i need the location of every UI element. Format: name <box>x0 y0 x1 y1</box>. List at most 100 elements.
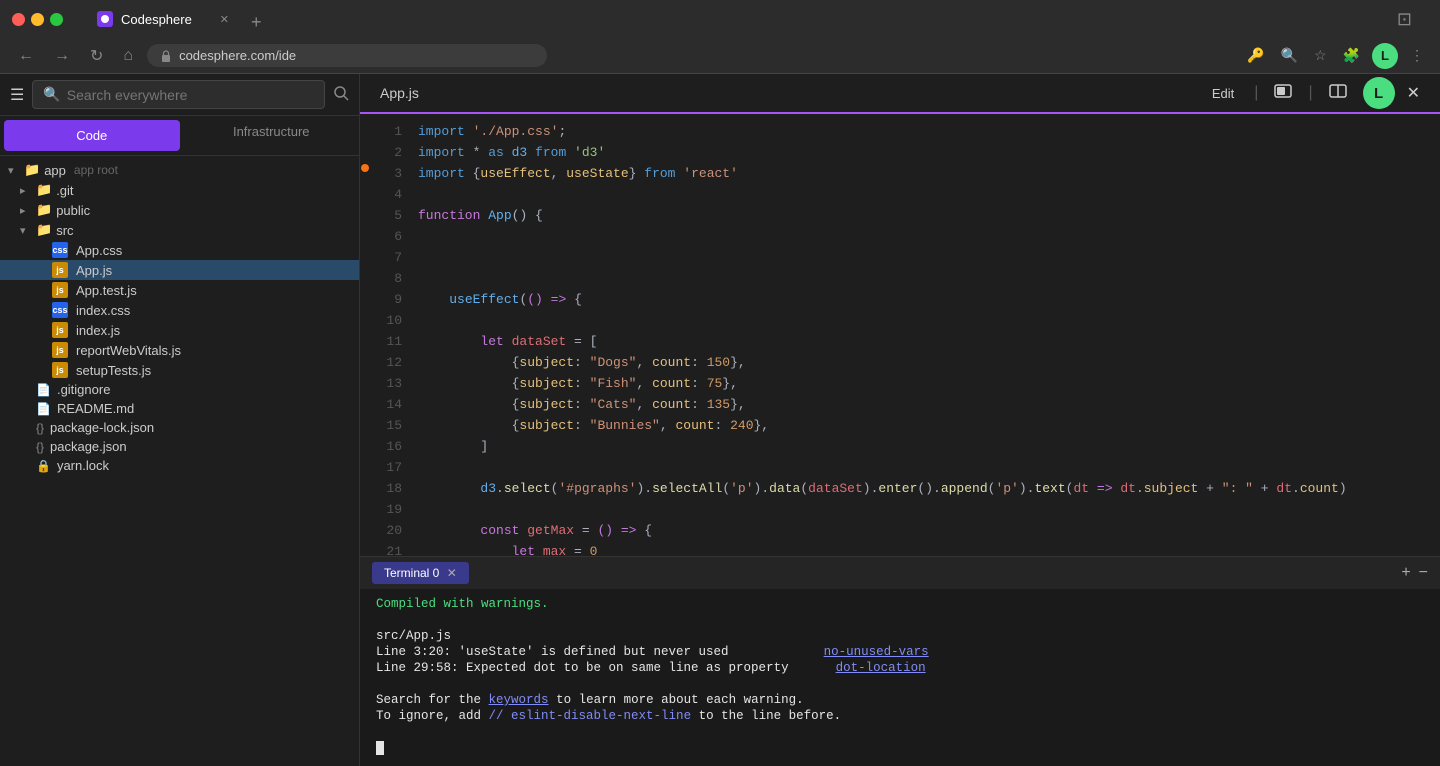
tab-infrastructure[interactable]: Infrastructure <box>184 116 360 155</box>
code-line: 9 useEffect(() => { <box>360 290 1440 311</box>
arrow-token: => <box>1097 481 1113 496</box>
str-token: 'd3' <box>566 145 605 160</box>
code-editor[interactable]: 1import './App.css';2import * as d3 from… <box>360 114 1440 556</box>
folder-icon: 📁 <box>24 162 40 178</box>
fn-token: d3 <box>504 145 527 160</box>
file-tree: ▾ 📁 app app root ▸ 📁 .git ▸ 📁 public ▾ 📁 <box>0 156 359 766</box>
tree-item-appcss[interactable]: css App.css <box>0 240 359 260</box>
tree-item-app[interactable]: ▾ 📁 app app root <box>0 160 359 180</box>
nav-icons: 🔑 🔍 ☆ 🧩 L ⋮ <box>1243 43 1428 69</box>
search-box[interactable]: 🔍 <box>32 80 325 109</box>
browser-tab-active[interactable]: Codesphere ✕ <box>83 5 243 33</box>
bookmark-icon[interactable]: ☆ <box>1310 45 1331 66</box>
punct-token: . <box>496 481 504 496</box>
code-line: 12 {subject: "Dogs", count: 150}, <box>360 353 1440 374</box>
chevron-right-icon: ▸ <box>20 204 32 217</box>
password-manager-icon[interactable]: 🔑 <box>1243 45 1268 66</box>
terminal-search: Search for the keywords to learn more ab… <box>376 693 1424 707</box>
terminal-tab-close[interactable]: ✕ <box>447 566 457 580</box>
back-button[interactable]: ← <box>12 45 40 67</box>
add-terminal-button[interactable]: + <box>1401 564 1410 582</box>
terminal-path: src/App.js <box>376 629 1424 643</box>
folder-icon: 📁 <box>36 202 52 218</box>
close-window-button[interactable] <box>12 13 25 26</box>
home-button[interactable]: ⌂ <box>117 45 139 67</box>
code-line: 15 {subject: "Bunnies", count: 240}, <box>360 416 1440 437</box>
edit-button[interactable]: Edit <box>1204 82 1242 105</box>
var-token: max <box>535 544 566 556</box>
zoom-icon[interactable]: 🔍 <box>1277 45 1302 66</box>
fullscreen-window-button[interactable] <box>50 13 63 26</box>
tree-item-yarnlock[interactable]: 🔒 yarn.lock <box>0 456 359 475</box>
minimize-terminal-button[interactable]: − <box>1419 564 1428 582</box>
tree-item-indexcss[interactable]: css index.css <box>0 300 359 320</box>
kw2-token: from <box>644 166 675 181</box>
tree-item-git[interactable]: ▸ 📁 .git <box>0 180 359 200</box>
str2-token: "Fish" <box>590 376 637 391</box>
cast-icon[interactable]: ⊡ <box>1393 7 1416 32</box>
method-token: select <box>504 481 551 496</box>
kw-token: let <box>480 334 503 349</box>
user-avatar[interactable]: L <box>1372 43 1398 69</box>
var-token: dt <box>1073 481 1089 496</box>
prop-token: subject <box>519 418 574 433</box>
editor-header: App.js Edit | | L ✕ <box>360 74 1440 114</box>
tree-item-indexjs[interactable]: js index.js <box>0 320 359 340</box>
tree-item-packagejson[interactable]: {} package.json <box>0 437 359 456</box>
punct-token: : <box>691 376 707 391</box>
line-number: 20 <box>370 521 418 542</box>
dot-location-link[interactable]: dot-location <box>836 661 926 675</box>
prop-token: count <box>652 397 691 412</box>
punct-token: } <box>629 166 645 181</box>
keywords-link[interactable]: keywords <box>489 693 549 707</box>
minimize-window-button[interactable] <box>31 13 44 26</box>
editor-actions: Edit | | L ✕ <box>1204 77 1420 109</box>
tree-item-appjs[interactable]: js App.js <box>0 260 359 280</box>
tree-item-public[interactable]: ▸ 📁 public <box>0 200 359 220</box>
editor-filename: App.js <box>380 85 419 101</box>
more-menu-button[interactable]: ⋮ <box>1406 45 1428 66</box>
address-bar[interactable]: codesphere.com/ide <box>147 44 547 67</box>
str2-token: 'react' <box>676 166 738 181</box>
new-tab-button[interactable]: + <box>243 12 270 33</box>
tree-item-reportwebvitals[interactable]: js reportWebVitals.js <box>0 340 359 360</box>
line-number: 13 <box>370 374 418 395</box>
extension-icon[interactable]: 🧩 <box>1339 45 1364 66</box>
tab-close-button[interactable]: ✕ <box>220 13 229 26</box>
terminal-ignore: To ignore, add // eslint-disable-next-li… <box>376 709 1424 723</box>
tree-item-src[interactable]: ▾ 📁 src <box>0 220 359 240</box>
editor-close-button[interactable]: ✕ <box>1407 83 1420 103</box>
tree-label: public <box>56 203 90 218</box>
tree-item-apptestjs[interactable]: js App.test.js <box>0 280 359 300</box>
terminal-content[interactable]: Compiled with warnings. src/App.js Line … <box>360 589 1440 766</box>
tree-item-packagelock[interactable]: {} package-lock.json <box>0 418 359 437</box>
split-view-icon-button[interactable] <box>1325 80 1351 107</box>
forward-button[interactable]: → <box>48 45 76 67</box>
kw-token: const <box>480 523 519 538</box>
reload-button[interactable]: ↻ <box>84 44 109 68</box>
hamburger-menu-button[interactable]: ☰ <box>10 85 24 105</box>
punct-token <box>418 292 449 307</box>
tree-label: index.js <box>76 323 120 338</box>
tab-code[interactable]: Code <box>4 120 180 151</box>
search-input[interactable] <box>67 87 314 103</box>
tree-item-readme[interactable]: 📄 README.md <box>0 399 359 418</box>
preview-icon-button[interactable] <box>1270 80 1296 107</box>
terminal-compiled-line: Compiled with warnings. <box>376 597 1424 611</box>
punct-token: ). <box>1019 481 1035 496</box>
punct-token: = <box>574 523 597 538</box>
punct-token: { <box>636 523 652 538</box>
line-number: 11 <box>370 332 418 353</box>
punct-token: }, <box>754 418 770 433</box>
editor-user-avatar[interactable]: L <box>1363 77 1395 109</box>
tree-item-gitignore[interactable]: 📄 .gitignore <box>0 380 359 399</box>
search-button[interactable] <box>333 85 349 104</box>
code-line: 19 <box>360 500 1440 521</box>
punct-token: : <box>574 376 590 391</box>
terminal-tab[interactable]: Terminal 0 ✕ <box>372 562 469 584</box>
code-line: 8 <box>360 269 1440 290</box>
tree-item-setuptests[interactable]: js setupTests.js <box>0 360 359 380</box>
var-token: getMax <box>519 523 574 538</box>
punct-token: ). <box>636 481 652 496</box>
no-unused-vars-link[interactable]: no-unused-vars <box>824 645 929 659</box>
